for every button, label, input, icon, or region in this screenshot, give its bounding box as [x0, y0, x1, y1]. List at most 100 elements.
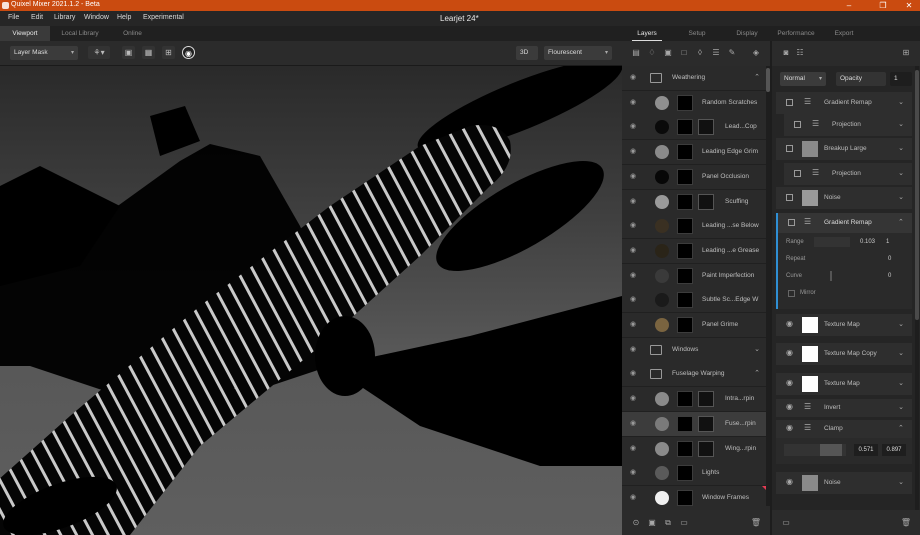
- eye-icon[interactable]: ◉: [630, 420, 640, 428]
- material-swatch[interactable]: [655, 243, 669, 258]
- channel-select-icon[interactable]: ⚘▾: [88, 46, 110, 59]
- material-swatch[interactable]: [655, 120, 669, 135]
- layer-mask-thumbnail[interactable]: [677, 391, 693, 408]
- layer-mask-thumbnail[interactable]: [698, 119, 714, 136]
- layer-folder[interactable]: ◉ ⌃ Weathering: [622, 66, 770, 91]
- layer-mask-thumbnail[interactable]: [677, 168, 693, 185]
- properties-scrollbar[interactable]: [915, 66, 919, 510]
- chevron-down-icon[interactable]: ⌄: [898, 144, 904, 152]
- chevron-down-icon[interactable]: ⌄: [898, 403, 904, 411]
- material-swatch[interactable]: [655, 318, 669, 332]
- mirror-checkbox[interactable]: [788, 290, 795, 297]
- modifier-row[interactable]: ☰ Gradient Remap ⌄: [776, 92, 912, 114]
- chevron-down-icon[interactable]: ⌄: [898, 478, 904, 486]
- material-swatch[interactable]: [655, 145, 669, 160]
- eye-icon[interactable]: ◉: [630, 395, 640, 403]
- layer-mask-thumbnail[interactable]: [677, 119, 693, 136]
- layer-mask-thumbnail[interactable]: [677, 465, 693, 482]
- grid-dense-icon[interactable]: ⊞: [162, 46, 175, 59]
- scrollbar-handle[interactable]: [766, 68, 770, 92]
- toggle-checkbox[interactable]: [794, 121, 801, 128]
- view-mode-dropdown[interactable]: 3D: [516, 46, 538, 60]
- material-swatch[interactable]: [655, 392, 669, 407]
- chevron-down-icon[interactable]: ⌄: [898, 349, 904, 357]
- minimize-button[interactable]: –: [838, 0, 860, 11]
- eye-icon[interactable]: ◉: [630, 222, 640, 230]
- eye-icon[interactable]: ◉: [630, 148, 640, 156]
- chevron-down-icon[interactable]: ⌄: [898, 193, 904, 201]
- toggle-checkbox[interactable]: [794, 170, 801, 177]
- scrollbar-handle[interactable]: [915, 70, 919, 320]
- layer-row[interactable]: ◉ Panel Grime: [622, 313, 770, 338]
- layer-folder[interactable]: ◉ ⌃ Fuselage Warping: [622, 362, 770, 388]
- menu-library[interactable]: Library: [54, 14, 75, 21]
- droplet-icon[interactable]: ◊: [694, 47, 706, 59]
- new-folder-icon[interactable]: ▭: [678, 517, 690, 529]
- opacity-input[interactable]: 1: [890, 72, 912, 86]
- modifier-header[interactable]: ☰ Gradient Remap ⌃: [778, 213, 912, 233]
- material-swatch[interactable]: [655, 416, 669, 431]
- toggle-checkbox[interactable]: [786, 145, 793, 152]
- eye-icon[interactable]: ◉: [786, 477, 793, 486]
- layer-row[interactable]: ◉ Leading ...e Grease: [622, 238, 770, 264]
- chevron-down-icon[interactable]: ⌄: [898, 379, 904, 387]
- material-swatch[interactable]: [655, 194, 669, 209]
- eye-icon[interactable]: ◉: [630, 469, 640, 477]
- menu-edit[interactable]: Edit: [31, 14, 43, 21]
- layer-row[interactable]: ◉ Scuffing: [622, 189, 770, 215]
- modifier-row[interactable]: ◉ ☰ Invert ⌄: [776, 399, 912, 417]
- range-low-value[interactable]: 0.103: [860, 239, 875, 245]
- fill-icon[interactable]: ▣: [662, 47, 674, 59]
- layer-row[interactable]: ◉ Lead...Cop: [622, 115, 770, 141]
- material-swatch[interactable]: [655, 490, 669, 505]
- mask-mode-dropdown[interactable]: Layer Mask ▾: [10, 46, 78, 60]
- eye-icon[interactable]: ◉: [630, 99, 640, 107]
- layer-mask-thumbnail[interactable]: [677, 440, 693, 457]
- eye-icon[interactable]: ◉: [630, 494, 640, 502]
- eye-icon[interactable]: ◉: [786, 378, 793, 387]
- eye-icon[interactable]: ◉: [630, 321, 640, 329]
- delete-layer-icon[interactable]: 🗑: [750, 517, 762, 529]
- eye-icon[interactable]: ◉: [630, 296, 640, 304]
- eye-icon[interactable]: ◉: [630, 346, 640, 354]
- chevron-up-icon[interactable]: ⌃: [754, 73, 760, 81]
- lighting-dropdown[interactable]: Flourescent ▾: [544, 46, 612, 60]
- modifier-row[interactable]: ◉ Texture Map ⌄: [776, 373, 912, 395]
- image-view-icon[interactable]: ▣: [122, 46, 135, 59]
- maximize-button[interactable]: ❐: [872, 0, 894, 11]
- modifier-row[interactable]: ☰ Projection ⌄: [784, 163, 912, 185]
- tab-layers[interactable]: Layers: [632, 26, 662, 41]
- modifier-row[interactable]: ◉ Noise ⌄: [776, 472, 912, 494]
- layers-icon[interactable]: ◈: [750, 47, 762, 59]
- material-swatch[interactable]: [655, 466, 669, 481]
- clamp-low-input[interactable]: 0.571: [854, 444, 878, 456]
- layer-row[interactable]: ◉ Leading ...se Below: [622, 214, 770, 240]
- layers-scrollbar[interactable]: [766, 66, 770, 506]
- layer-row[interactable]: ◉ Subtle Sc...Edge W: [622, 288, 770, 314]
- material-swatch[interactable]: [655, 95, 669, 110]
- layer-row[interactable]: ◉ Window Frames: [622, 485, 770, 510]
- layer-row[interactable]: ◉ Lights: [622, 461, 770, 487]
- modifier-row[interactable]: Breakup Large ⌄: [776, 138, 912, 160]
- eye-icon[interactable]: ◉: [786, 319, 793, 328]
- new-layer-icon[interactable]: ⊙: [630, 517, 642, 529]
- layer-mask-thumbnail[interactable]: [677, 193, 693, 210]
- eye-icon[interactable]: ◉: [786, 423, 793, 432]
- layer-mask-thumbnail[interactable]: [677, 317, 693, 333]
- layer-mask-thumbnail[interactable]: [677, 242, 693, 259]
- layer-row[interactable]: ◉ Leading Edge Grim: [622, 140, 770, 166]
- eye-icon[interactable]: ◉: [630, 74, 640, 82]
- repeat-value[interactable]: 0: [888, 256, 891, 262]
- layer-row[interactable]: ◉ Intra...rpin: [622, 387, 770, 413]
- layer-mask-thumbnail[interactable]: [698, 415, 714, 432]
- tab-setup[interactable]: Setup: [682, 26, 712, 41]
- viewport-3d[interactable]: [0, 66, 622, 535]
- chevron-up-icon[interactable]: ⌃: [898, 218, 904, 226]
- tab-display[interactable]: Display: [730, 26, 764, 41]
- eye-icon[interactable]: ◉: [630, 445, 640, 453]
- chevron-down-icon[interactable]: ⌄: [898, 320, 904, 328]
- menu-experimental[interactable]: Experimental: [143, 14, 184, 21]
- duplicate-icon[interactable]: ⧉: [662, 517, 674, 529]
- layer-row[interactable]: ◉ Panel Occlusion: [622, 164, 770, 190]
- paint-icon[interactable]: ♢: [646, 47, 658, 59]
